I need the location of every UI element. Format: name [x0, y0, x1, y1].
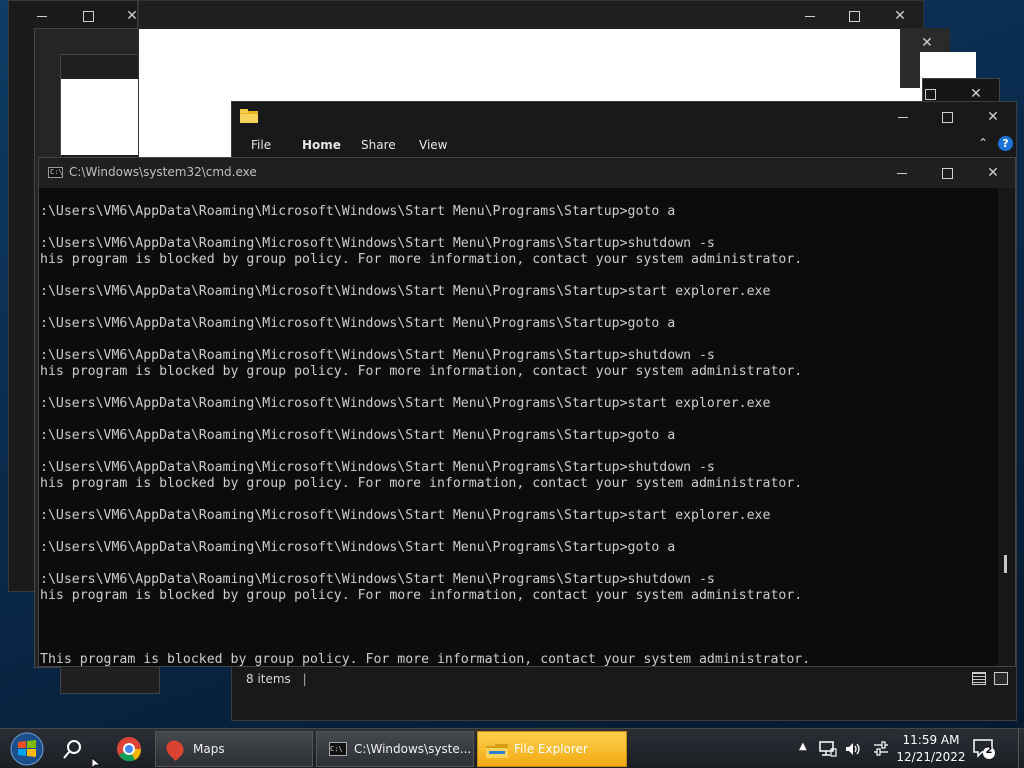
cmd-icon: C:\	[48, 167, 63, 178]
console-line: :\Users\VM6\AppData\Roaming\Microsoft\Wi…	[40, 460, 715, 475]
window-title: C:\Windows\system32\cmd.exe	[69, 165, 257, 179]
console-line: :\Users\VM6\AppData\Roaming\Microsoft\Wi…	[40, 540, 676, 555]
console-line: :\Users\VM6\AppData\Roaming\Microsoft\Wi…	[40, 236, 715, 251]
vertical-scrollbar[interactable]	[998, 188, 1015, 666]
taskbar-item-maps[interactable]: Maps	[155, 731, 313, 767]
volume-icon[interactable]	[844, 740, 862, 758]
folder-icon	[486, 742, 508, 758]
status-bar: 8 items |	[232, 664, 1016, 694]
minimize-icon[interactable]	[880, 102, 926, 132]
console-line: :\Users\VM6\AppData\Roaming\Microsoft\Wi…	[40, 284, 771, 299]
windows-orb-icon	[10, 732, 44, 766]
minimize-icon[interactable]	[787, 1, 833, 31]
chrome-icon	[117, 737, 142, 762]
show-hidden-icons-icon[interactable]: ▲	[799, 741, 807, 752]
console-line: :\Users\VM6\AppData\Roaming\Microsoft\Wi…	[40, 572, 715, 587]
settings-sliders-icon[interactable]	[872, 740, 890, 758]
search-button[interactable]	[56, 731, 90, 767]
console-line: his program is blocked by group policy. …	[40, 476, 803, 491]
console-line: his program is blocked by group policy. …	[40, 364, 803, 379]
mouse-cursor	[92, 758, 102, 768]
maximize-icon[interactable]	[924, 102, 970, 132]
item-count: 8 items	[246, 672, 291, 686]
taskbar: Maps C:\ C:\Windows\syste... File Explor…	[0, 728, 1024, 768]
show-desktop-button[interactable]	[1018, 729, 1024, 768]
folder-icon	[240, 109, 258, 123]
maximize-icon[interactable]	[924, 158, 970, 188]
cmd-icon: C:\	[329, 742, 347, 756]
taskbar-item-file-explorer[interactable]: File Explorer	[477, 731, 627, 767]
taskbar-item-cmd[interactable]: C:\ C:\Windows\syste...	[316, 731, 474, 767]
console-line: :\Users\VM6\AppData\Roaming\Microsoft\Wi…	[40, 396, 771, 411]
clock[interactable]: 11:59 AM 12/21/2022	[896, 732, 966, 766]
console-output[interactable]: :\Users\VM6\AppData\Roaming\Microsoft\Wi…	[40, 188, 997, 666]
close-icon[interactable]: ✕	[970, 158, 1016, 188]
console-line: his program is blocked by group policy. …	[40, 252, 803, 267]
system-tray: ▲	[795, 729, 905, 768]
taskbar-item-label: File Explorer	[514, 742, 588, 756]
console-line: :\Users\VM6\AppData\Roaming\Microsoft\Wi…	[40, 508, 771, 523]
cmd-window[interactable]: C:\ C:\Windows\system32\cmd.exe ✕ :\User…	[38, 157, 1016, 667]
chevron-up-icon[interactable]: ⌃	[978, 136, 988, 150]
tab-share[interactable]: Share	[361, 138, 396, 152]
status-separator: |	[302, 672, 307, 686]
action-center-button[interactable]: 2	[972, 737, 996, 761]
tab-home[interactable]: Home	[302, 138, 341, 152]
minimize-icon[interactable]	[19, 1, 65, 31]
network-icon[interactable]	[819, 740, 837, 758]
notification-badge: 2	[985, 745, 993, 756]
maximize-icon[interactable]	[65, 1, 111, 31]
details-view-icon[interactable]	[972, 672, 986, 685]
console-line: :\Users\VM6\AppData\Roaming\Microsoft\Wi…	[40, 316, 676, 331]
large-icons-view-icon[interactable]	[994, 672, 1008, 685]
start-button[interactable]	[6, 731, 48, 767]
taskbar-item-label: Maps	[193, 742, 225, 756]
tab-file[interactable]: File	[251, 138, 271, 152]
scroll-thumb[interactable]	[1004, 555, 1007, 573]
maximize-icon[interactable]	[831, 1, 877, 31]
ribbon-tabs: File Home Share View ⌃ ?	[232, 132, 1016, 158]
console-line: :\Users\VM6\AppData\Roaming\Microsoft\Wi…	[40, 204, 676, 219]
maps-icon	[162, 736, 188, 762]
clock-date: 12/21/2022	[896, 750, 966, 764]
console-line: his program is blocked by group policy. …	[40, 588, 803, 603]
help-icon[interactable]: ?	[998, 136, 1013, 151]
tab-view[interactable]: View	[419, 138, 447, 152]
console-line: This program is blocked by group policy.…	[40, 652, 811, 666]
taskbar-item-label: C:\Windows\syste...	[354, 742, 472, 756]
console-line: :\Users\VM6\AppData\Roaming\Microsoft\Wi…	[40, 348, 715, 363]
search-icon	[63, 740, 81, 759]
console-line: :\Users\VM6\AppData\Roaming\Microsoft\Wi…	[40, 428, 676, 443]
chrome-button[interactable]	[111, 731, 147, 767]
close-icon[interactable]: ✕	[970, 102, 1016, 132]
close-icon[interactable]: ✕	[877, 1, 923, 31]
cmd-titlebar[interactable]: C:\ C:\Windows\system32\cmd.exe ✕	[39, 158, 1015, 188]
clock-time: 11:59 AM	[902, 733, 960, 747]
minimize-icon[interactable]	[879, 158, 925, 188]
